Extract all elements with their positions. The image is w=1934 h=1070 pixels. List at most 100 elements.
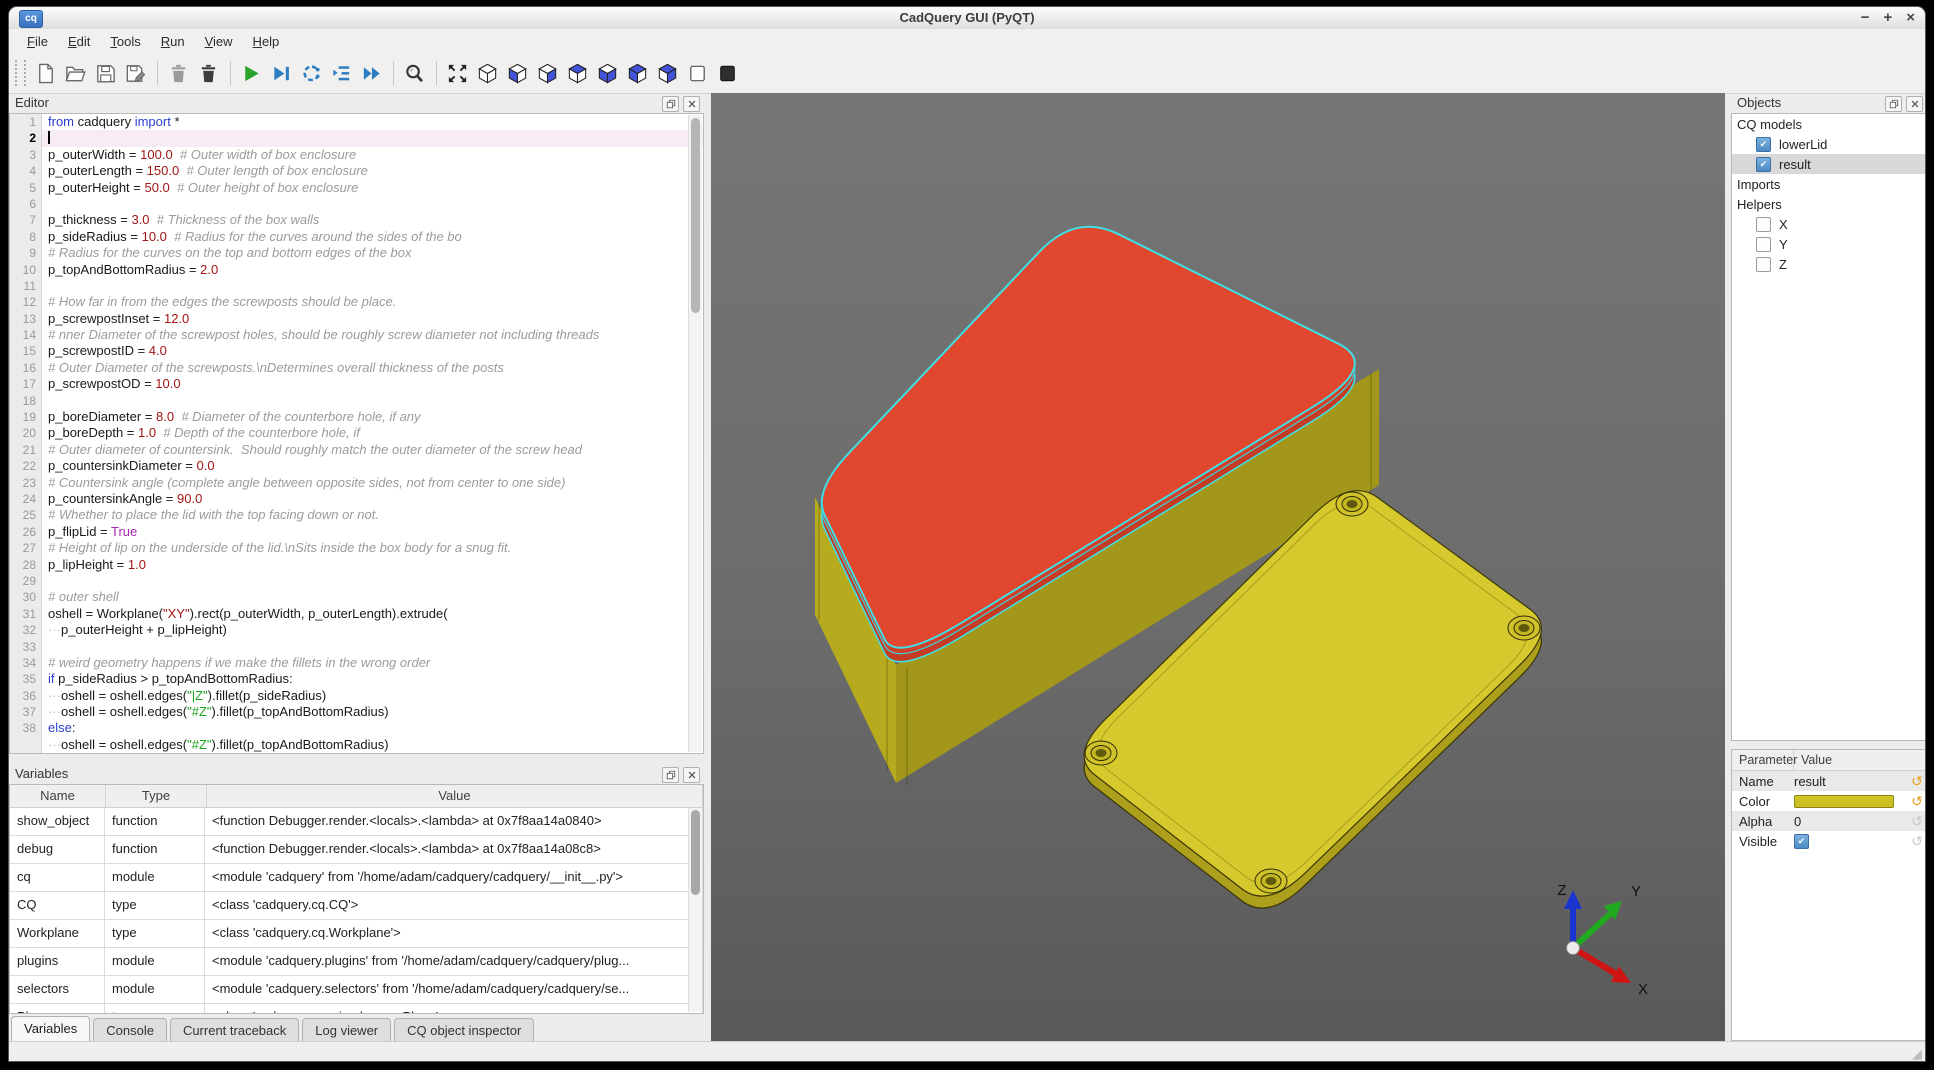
tab-variables[interactable]: Variables: [11, 1016, 90, 1041]
code-line[interactable]: 12# How far in from the edges the screwp…: [10, 294, 703, 310]
code-line[interactable]: 17p_screwpostOD = 10.0: [10, 376, 703, 392]
parameter-value[interactable]: result: [1794, 774, 1908, 789]
code-line[interactable]: 5p_outerHeight = 50.0 # Outer height of …: [10, 180, 703, 196]
run-button[interactable]: [238, 59, 266, 87]
variables-close-button[interactable]: [683, 767, 700, 783]
table-row[interactable]: Planetype<class 'cadquery.occ_impl.geom.…: [10, 1004, 703, 1014]
view-back-button[interactable]: [534, 59, 562, 87]
view-bottom-button[interactable]: [594, 59, 622, 87]
tree-item-y[interactable]: Y: [1732, 234, 1926, 254]
code-line[interactable]: 4p_outerLength = 150.0 # Outer length of…: [10, 163, 703, 179]
variables-scrollbar-thumb[interactable]: [691, 810, 700, 895]
shaded-button[interactable]: [714, 59, 742, 87]
undo-icon[interactable]: ↺: [1908, 814, 1926, 828]
editor-float-button[interactable]: [662, 96, 679, 112]
save-button[interactable]: [92, 59, 120, 87]
undo-icon[interactable]: ↺: [1908, 794, 1926, 808]
tree-item-z[interactable]: Z: [1732, 254, 1926, 274]
code-line[interactable]: 36···oshell = oshell.edges("|Z").fillet(…: [10, 688, 703, 704]
parameter-value[interactable]: ✔: [1794, 834, 1908, 849]
parameter-value[interactable]: 0: [1794, 814, 1908, 829]
view-axometric-button[interactable]: [474, 59, 502, 87]
code-line[interactable]: 34# weird geometry happens if we make th…: [10, 655, 703, 671]
code-line[interactable]: 32···p_outerHeight + p_lipHeight): [10, 622, 703, 638]
view-right-button[interactable]: [654, 59, 682, 87]
code-line[interactable]: 38else:: [10, 720, 703, 736]
fit-all-button[interactable]: [444, 59, 472, 87]
parameter-value[interactable]: [1794, 795, 1908, 808]
variables-float-button[interactable]: [662, 767, 679, 783]
code-line[interactable]: ···oshell = oshell.edges("#Z").fillet(p_…: [10, 737, 703, 753]
code-line[interactable]: 28p_lipHeight = 1.0: [10, 557, 703, 573]
variables-scrollbar[interactable]: [688, 808, 702, 1012]
new-file-button[interactable]: [32, 59, 60, 87]
menu-run[interactable]: Run: [151, 32, 195, 51]
code-line[interactable]: 6: [10, 196, 703, 212]
zoom-selection-button[interactable]: [401, 59, 429, 87]
minimize-button[interactable]: −: [1861, 8, 1870, 28]
viewport-canvas[interactable]: Z Y X: [711, 93, 1725, 1041]
menu-file[interactable]: File: [17, 32, 58, 51]
code-line[interactable]: 21# Outer diameter of countersink. Shoul…: [10, 442, 703, 458]
save-as-button[interactable]: [122, 59, 150, 87]
tab-log-viewer[interactable]: Log viewer: [302, 1018, 391, 1041]
code-line[interactable]: 3p_outerWidth = 100.0 # Outer width of b…: [10, 147, 703, 163]
code-line[interactable]: 24p_countersinkAngle = 90.0: [10, 491, 703, 507]
code-editor[interactable]: 1from cadquery import *23p_outerWidth = …: [9, 113, 704, 754]
tree-item-result[interactable]: ✔result: [1732, 154, 1926, 174]
tree-item-imports[interactable]: Imports: [1732, 174, 1926, 194]
title-bar[interactable]: cq CadQuery GUI (PyQT) − + ×: [9, 7, 1925, 30]
wireframe-button[interactable]: [684, 59, 712, 87]
code-line[interactable]: 35if p_sideRadius > p_topAndBottomRadius…: [10, 671, 703, 687]
editor-scrollbar[interactable]: [688, 115, 702, 752]
tab-current-traceback[interactable]: Current traceback: [170, 1018, 299, 1041]
code-line[interactable]: 14# nner Diameter of the screwpost holes…: [10, 327, 703, 343]
visibility-checkbox[interactable]: [1756, 217, 1771, 232]
table-row[interactable]: pluginsmodule<module 'cadquery.plugins' …: [10, 948, 703, 976]
code-line[interactable]: 15p_screwpostID = 4.0: [10, 343, 703, 359]
maximize-button[interactable]: +: [1883, 8, 1892, 28]
step-button[interactable]: [298, 59, 326, 87]
code-line[interactable]: 30# outer shell: [10, 589, 703, 605]
menu-help[interactable]: Help: [243, 32, 290, 51]
tree-item-lowerlid[interactable]: ✔lowerLid: [1732, 134, 1926, 154]
step-into-button[interactable]: [328, 59, 356, 87]
code-line[interactable]: 2: [10, 130, 703, 146]
code-line[interactable]: 10p_topAndBottomRadius = 2.0: [10, 262, 703, 278]
undo-icon[interactable]: ↺: [1908, 774, 1926, 788]
code-line[interactable]: 18: [10, 393, 703, 409]
editor-scrollbar-thumb[interactable]: [691, 118, 700, 313]
toolbar-drag-handle[interactable]: [15, 60, 26, 86]
code-line[interactable]: 7p_thickness = 3.0 # Thickness of the bo…: [10, 212, 703, 228]
editor-close-button[interactable]: [683, 96, 700, 112]
visibility-checkbox[interactable]: [1756, 237, 1771, 252]
code-line[interactable]: 33: [10, 639, 703, 655]
code-line[interactable]: 22p_countersinkDiameter = 0.0: [10, 458, 703, 474]
delete-button[interactable]: [165, 59, 193, 87]
close-button[interactable]: ×: [1906, 8, 1915, 28]
variables-column-header[interactable]: Value: [207, 785, 703, 807]
visible-checkbox[interactable]: ✔: [1794, 834, 1809, 849]
code-line[interactable]: 26p_flipLid = True: [10, 524, 703, 540]
variables-column-header[interactable]: Name: [10, 785, 106, 807]
color-swatch[interactable]: [1794, 795, 1894, 808]
variables-column-header[interactable]: Type: [106, 785, 207, 807]
objects-close-button[interactable]: [1906, 96, 1923, 112]
tree-item-cq-models[interactable]: CQ models: [1732, 114, 1926, 134]
code-line[interactable]: 25# Whether to place the lid with the to…: [10, 507, 703, 523]
code-line[interactable]: 9# Radius for the curves on the top and …: [10, 245, 703, 261]
code-line[interactable]: 20p_boreDepth = 1.0 # Depth of the count…: [10, 425, 703, 441]
delete-all-button[interactable]: [195, 59, 223, 87]
tab-cq-object-inspector[interactable]: CQ object inspector: [394, 1018, 534, 1041]
tree-item-x[interactable]: X: [1732, 214, 1926, 234]
objects-float-button[interactable]: [1885, 96, 1902, 112]
view-top-button[interactable]: [564, 59, 592, 87]
code-line[interactable]: 8p_sideRadius = 10.0 # Radius for the cu…: [10, 229, 703, 245]
visibility-checkbox[interactable]: ✔: [1756, 137, 1771, 152]
objects-params-splitter[interactable]: [1731, 741, 1926, 749]
viewport-3d[interactable]: Z Y X: [711, 93, 1725, 1041]
open-button[interactable]: [62, 59, 90, 87]
code-line[interactable]: 16# Outer Diameter of the screwposts.\nD…: [10, 360, 703, 376]
code-line[interactable]: 19p_boreDiameter = 8.0 # Diameter of the…: [10, 409, 703, 425]
editor-variables-splitter[interactable]: [9, 754, 704, 764]
